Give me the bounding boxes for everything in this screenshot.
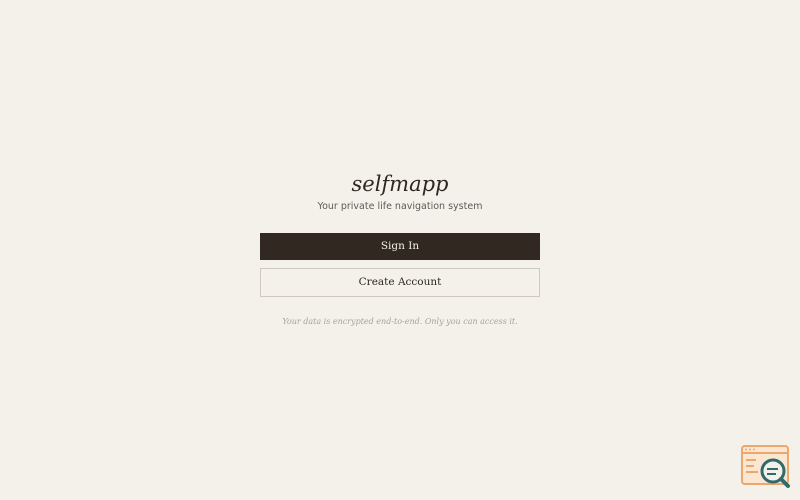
security-note: Your data is encrypted end-to-end. Only …	[282, 317, 518, 326]
sign-in-button[interactable]: Sign In	[260, 233, 540, 260]
app-logo-title: selfmapp	[351, 172, 449, 196]
search-screen-icon[interactable]	[740, 444, 792, 490]
auth-screen: selfmapp Your private life navigation sy…	[0, 0, 800, 500]
app-tagline: Your private life navigation system	[317, 201, 483, 212]
create-account-button[interactable]: Create Account	[260, 268, 540, 297]
